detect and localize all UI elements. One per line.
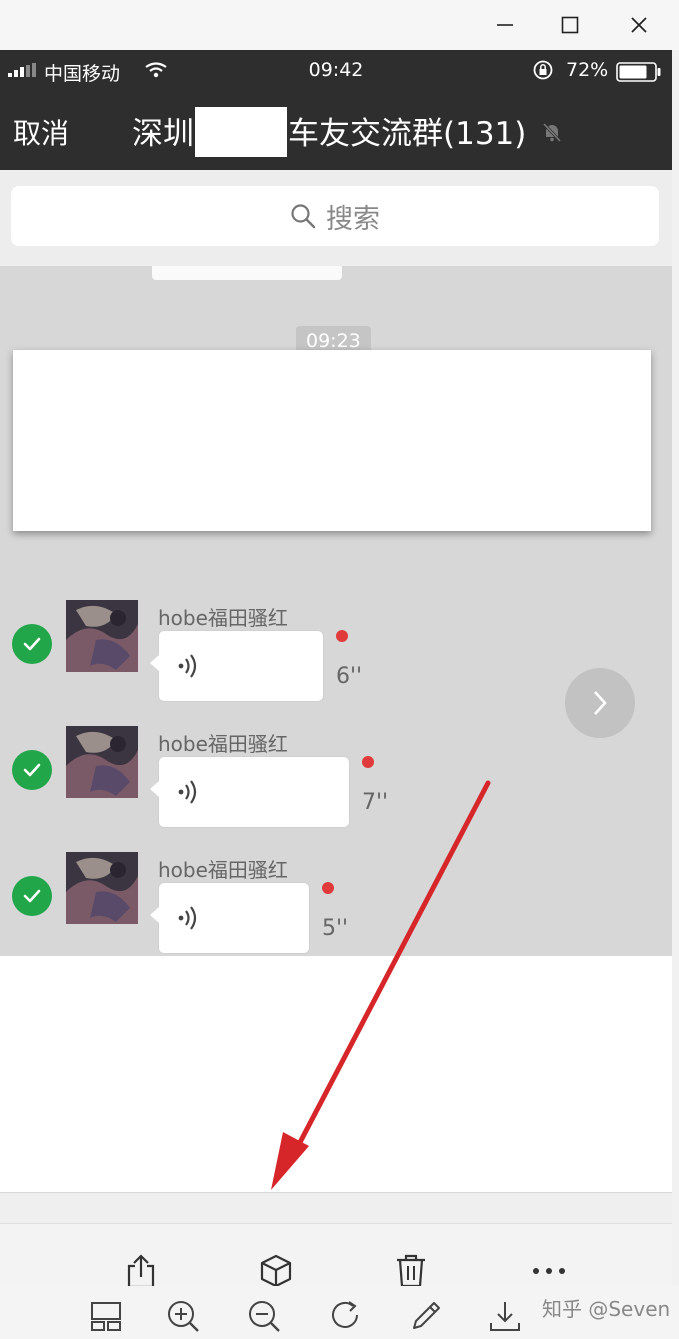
selected-check-icon[interactable] [12,750,52,790]
mute-bell-icon [542,122,562,143]
voice-icon [178,654,197,678]
close-button[interactable] [619,8,659,42]
next-page-button[interactable] [565,668,635,738]
checkmark-icon [23,889,41,903]
search-icon [291,204,316,229]
maximize-icon [561,16,579,34]
phone-screenshot: 中国移动 09:42 72% 取消 深圳 车友交流群(131) 搜索 09:23… [0,50,672,1339]
zoom-in-button[interactable] [163,1296,203,1336]
redaction-overlay [13,350,651,531]
download-icon [490,1302,520,1331]
message-row[interactable]: hobe福田骚红 5'' [0,852,672,962]
minimize-button[interactable] [485,8,525,42]
minimize-icon [497,24,513,26]
thumbnail-icon [91,1302,121,1331]
battery-percent: 72% [566,59,609,81]
trash-icon [397,1254,425,1288]
search-area: 搜索 [0,170,672,266]
chat-header: 取消 深圳 车友交流群(131) [0,90,672,170]
window-title-bar [0,0,679,50]
voice-icon [178,780,197,804]
group-title-prefix: 深圳 [132,116,194,152]
group-title-suffix: 车友交流群(131) [288,116,527,152]
status-bar: 中国移动 09:42 72% [0,50,672,90]
checkmark-icon [23,763,41,777]
sender-name: hobe福田骚红 [158,606,288,630]
avatar-image [66,600,138,672]
avatar[interactable] [66,600,138,672]
voice-duration: 6'' [336,664,363,689]
unread-dot [322,882,334,894]
voice-icon [178,906,197,930]
group-title: 深圳 车友交流群(131) [132,106,527,161]
edit-icon [413,1302,440,1329]
zoom-out-button[interactable] [244,1296,284,1336]
divider [0,1192,672,1223]
cube-icon [260,1254,292,1288]
edit-button[interactable] [406,1296,446,1336]
avatar[interactable] [66,726,138,798]
avatar[interactable] [66,852,138,924]
voice-message-bubble[interactable] [150,882,310,954]
avatar-image [66,852,138,924]
message-row[interactable]: hobe福田骚红 7'' [0,726,672,836]
chevron-right-icon [594,691,607,715]
battery-icon [616,62,661,82]
rotate-icon [332,1301,358,1328]
redaction-overlay [0,956,672,1192]
more-icon [533,1268,565,1274]
maximize-button[interactable] [550,8,590,42]
voice-message-bubble[interactable] [150,756,350,828]
sender-name: hobe福田骚红 [158,732,288,756]
chat-area: 09:23 hobe福田骚红 6'' hobe福田骚红 7'' hobe福田骚红… [0,266,672,956]
selected-check-icon[interactable] [12,624,52,664]
cancel-button[interactable]: 取消 [13,112,69,152]
avatar-image [66,726,138,798]
voice-duration: 7'' [362,790,389,815]
checkmark-icon [23,637,41,651]
search-input[interactable]: 搜索 [11,186,659,246]
selected-check-icon[interactable] [12,876,52,916]
thumbnail-button[interactable] [86,1296,126,1336]
unread-dot [362,756,374,768]
sender-name: hobe福田骚红 [158,858,288,882]
rotation-lock-icon [533,60,553,80]
voice-duration: 5'' [322,916,349,941]
watermark: 知乎 @Seven [542,1297,671,1321]
unread-dot [336,630,348,642]
close-icon [631,17,647,33]
voice-message-bubble[interactable] [150,630,324,702]
zoom-in-icon [168,1301,199,1332]
redaction-block [195,106,287,157]
share-icon [127,1254,155,1289]
rotate-button[interactable] [326,1296,366,1336]
search-placeholder: 搜索 [326,203,380,235]
zoom-out-icon [249,1301,280,1332]
previous-message-bubble [152,266,342,280]
download-button[interactable] [485,1296,525,1336]
